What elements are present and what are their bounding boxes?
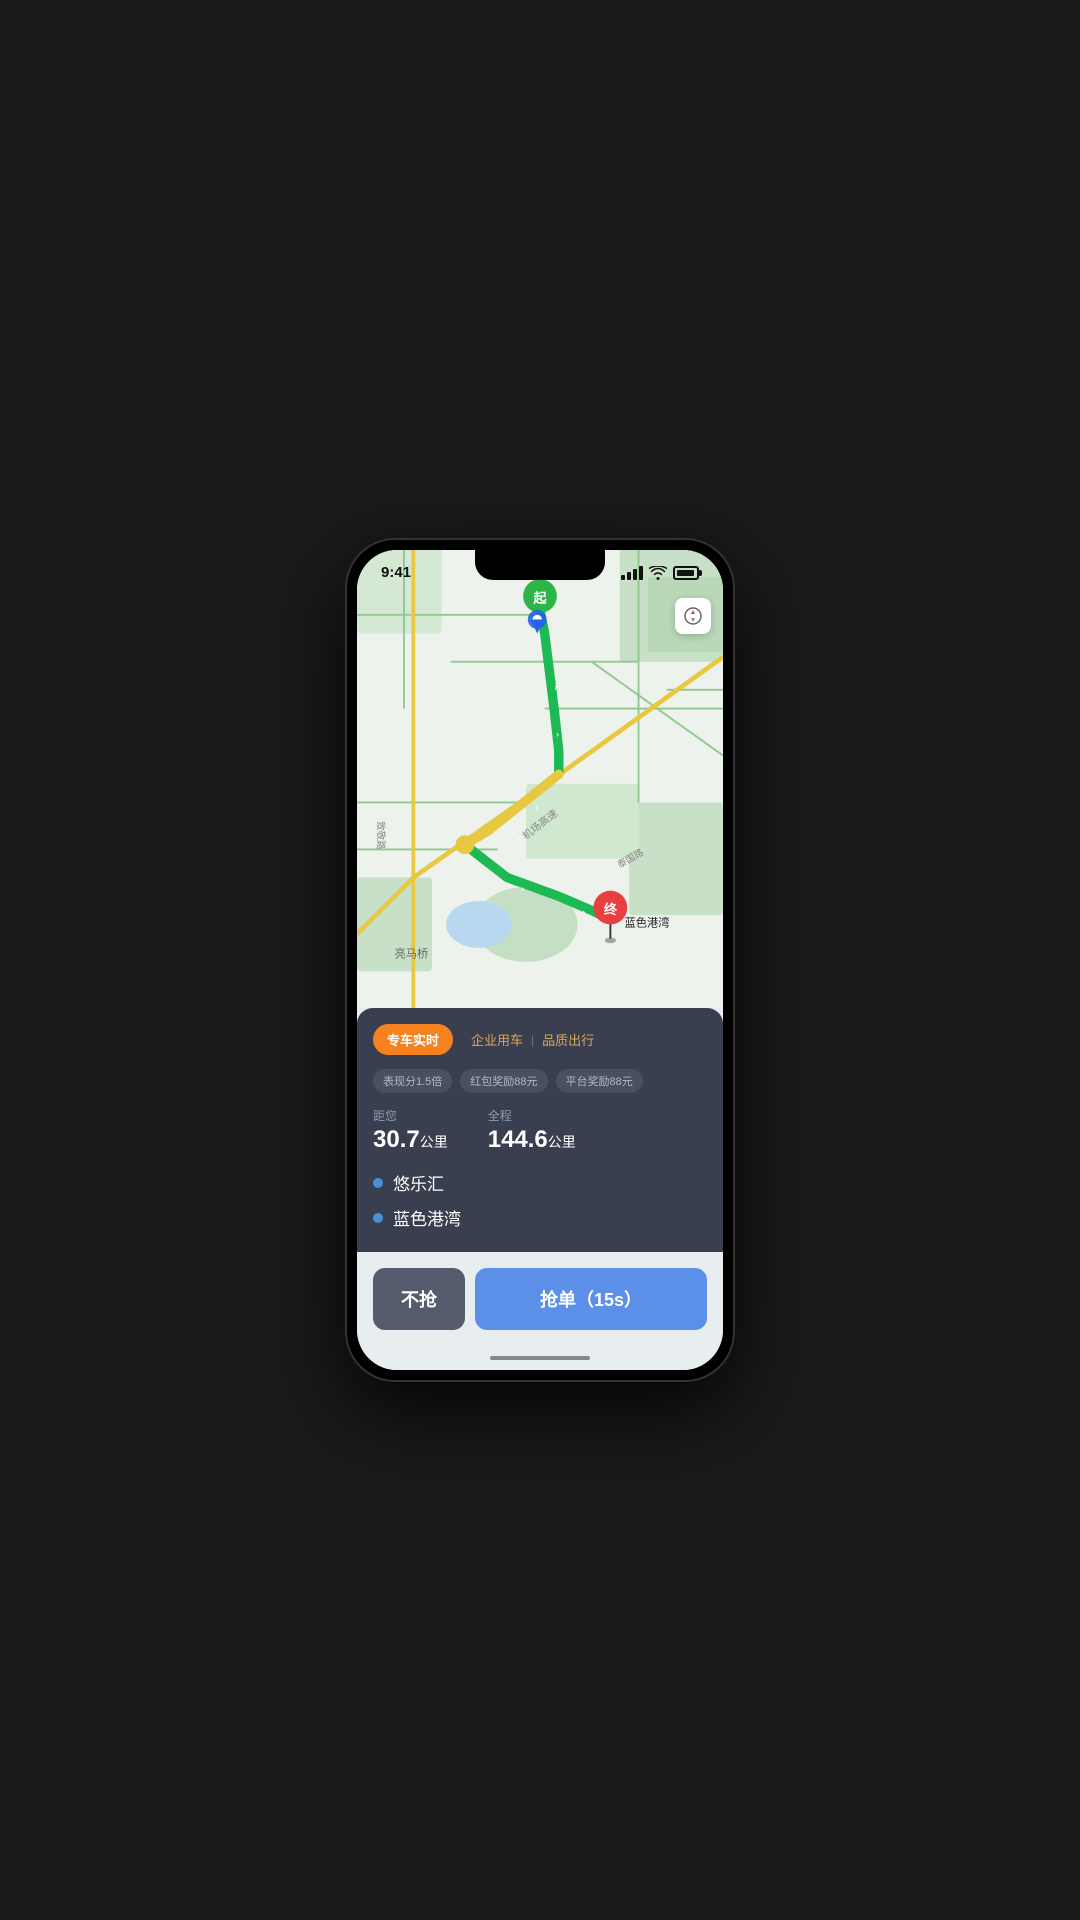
distance-row: 距您 30.7公里 全程 144.6公里 xyxy=(373,1107,707,1154)
home-bar xyxy=(490,1356,590,1360)
status-time: 9:41 xyxy=(381,564,411,581)
tab-secondary-1[interactable]: 企业用车 xyxy=(463,1030,531,1049)
wifi-icon xyxy=(649,566,667,580)
stop-item-2: 蓝色港湾 xyxy=(373,1205,707,1230)
total-distance: 全程 144.6公里 xyxy=(488,1107,576,1154)
total-distance-label: 全程 xyxy=(488,1107,576,1124)
badge-performance: 表现分1.5倍 xyxy=(373,1069,452,1093)
bottom-panel: 专车实时 企业用车 | 品质出行 表现分1.5倍 红包奖励88元 平台奖励88元… xyxy=(357,1008,723,1252)
badge-platform: 平台奖励88元 xyxy=(556,1069,643,1093)
distance-from-value: 30.7公里 xyxy=(373,1126,448,1154)
svg-text:亮马桥: 亮马桥 xyxy=(395,946,429,960)
stop-dot-1 xyxy=(373,1178,383,1188)
tabs-secondary: 企业用车 | 品质出行 xyxy=(463,1030,602,1049)
status-icons xyxy=(621,566,699,580)
svg-text:›: › xyxy=(535,802,538,812)
notch xyxy=(475,550,605,580)
grab-button[interactable]: 抢单（15s） xyxy=(475,1268,707,1330)
svg-text:›: › xyxy=(551,640,554,650)
svg-text:›: › xyxy=(556,729,559,739)
battery-icon xyxy=(673,566,699,580)
phone-screen: 9:41 xyxy=(357,550,723,1370)
stop-dot-2 xyxy=(373,1213,383,1223)
stop-item-1: 悠乐汇 xyxy=(373,1170,707,1195)
svg-text:›: › xyxy=(512,827,515,837)
badge-redpacket: 红包奖励88元 xyxy=(460,1069,547,1093)
tabs-row: 专车实时 企业用车 | 品质出行 xyxy=(373,1024,707,1055)
svg-text:终: 终 xyxy=(604,901,618,917)
svg-text:蓝色港湾: 蓝色港湾 xyxy=(624,915,669,929)
svg-text:致敬路: 致敬路 xyxy=(376,821,387,850)
map-svg: 机场高速 致敬路 亮马桥 泰国路 › › › xyxy=(357,550,723,1008)
phone-frame: 9:41 xyxy=(345,538,735,1382)
svg-text:›: › xyxy=(521,884,524,894)
map-area[interactable]: 机场高速 致敬路 亮马桥 泰国路 › › › xyxy=(357,550,723,1008)
home-indicator xyxy=(357,1346,723,1370)
badges-row: 表现分1.5倍 红包奖励88元 平台奖励88元 xyxy=(373,1069,707,1093)
compass-button[interactable] xyxy=(675,598,711,634)
distance-from-label: 距您 xyxy=(373,1107,448,1124)
action-buttons: 不抢 抢单（15s） xyxy=(357,1252,723,1346)
stop-name-2: 蓝色港湾 xyxy=(393,1205,461,1230)
svg-text:›: › xyxy=(554,682,557,692)
distance-from-you: 距您 30.7公里 xyxy=(373,1107,448,1154)
stop-name-1: 悠乐汇 xyxy=(393,1170,444,1195)
skip-button[interactable]: 不抢 xyxy=(373,1268,465,1330)
tab-secondary-2[interactable]: 品质出行 xyxy=(534,1030,602,1049)
stops-list: 悠乐汇 蓝色港湾 xyxy=(373,1170,707,1230)
signal-icon xyxy=(621,566,643,580)
total-distance-value: 144.6公里 xyxy=(488,1126,576,1154)
svg-text:起: 起 xyxy=(532,590,547,606)
tab-active[interactable]: 专车实时 xyxy=(373,1024,453,1055)
svg-text:›: › xyxy=(582,907,585,917)
